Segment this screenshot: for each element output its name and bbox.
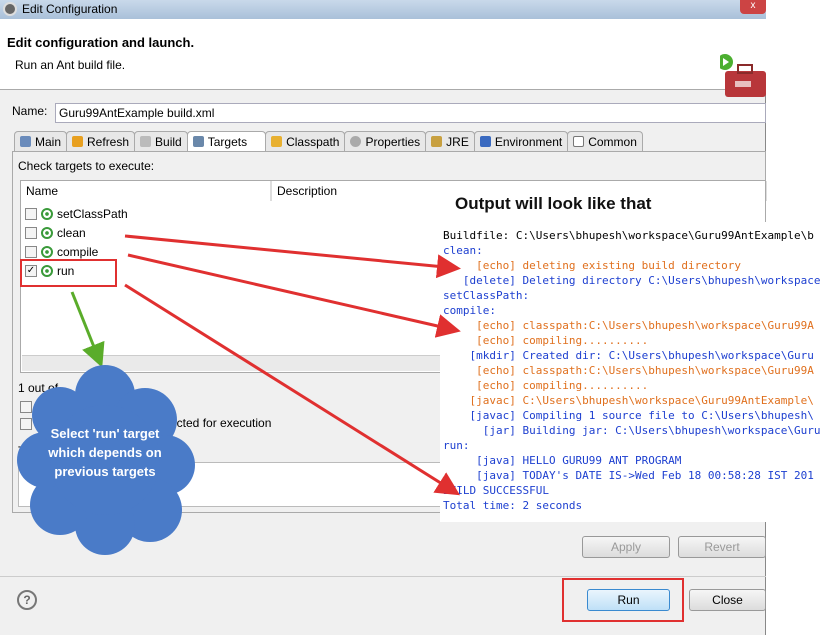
arrow-clean <box>124 234 461 279</box>
callout-text: Select 'run' target which depends on pre… <box>48 426 162 479</box>
annotation-overlay <box>17 234 461 555</box>
arrow-green <box>70 291 105 368</box>
